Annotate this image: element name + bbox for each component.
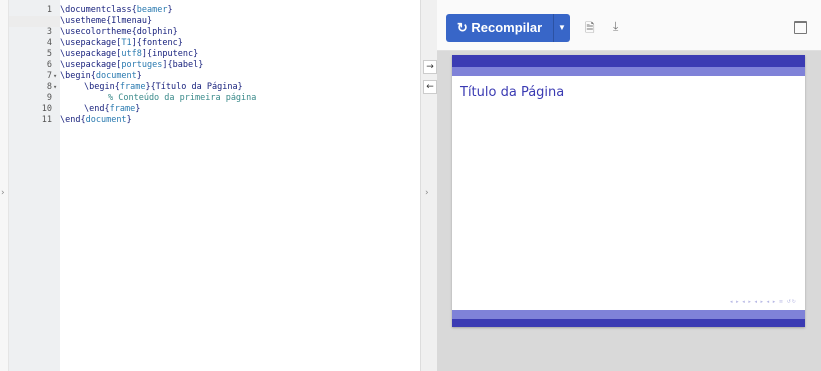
- frame-title-text: {Título da Página}: [150, 82, 243, 92]
- latex-argument: frame: [119, 82, 146, 92]
- latex-command: \usetheme: [60, 16, 107, 26]
- latex-option: utf8: [121, 49, 142, 59]
- latex-argument: frame: [109, 104, 136, 114]
- pdf-preview-pane: ↻ Recompilar ▼ 🗎 ⤓ Título da Página ◂ ▸ …: [437, 0, 821, 371]
- sync-to-code-button[interactable]: ←: [423, 80, 437, 94]
- left-panel-collapse[interactable]: ›: [0, 0, 9, 371]
- fold-toggle-icon[interactable]: ▾: [53, 82, 57, 93]
- latex-command: \begin: [60, 71, 91, 81]
- line-number: 7: [46, 71, 52, 81]
- line-number: 1: [46, 5, 52, 15]
- pane-divider[interactable]: → ← ›: [420, 0, 438, 371]
- line-number-gutter: 1 2 3 4 5 6 7 ▾ 8 ▾ 9 10 11: [9, 0, 60, 371]
- slide-footer-bar-dark: [452, 319, 805, 327]
- code-line[interactable]: \begin{frame}{Título da Página}: [84, 82, 243, 93]
- latex-command: \usepackage: [60, 38, 117, 48]
- line-number: 8: [46, 82, 52, 92]
- slide-subheader-bar: [452, 67, 805, 76]
- recompile-label: Recompilar: [471, 20, 543, 35]
- code-line[interactable]: \begin{document}: [60, 71, 142, 82]
- fold-toggle-icon[interactable]: ▾: [53, 71, 57, 82]
- code-line[interactable]: \end{frame}: [84, 104, 140, 115]
- latex-argument: dolphin: [136, 27, 173, 37]
- collapse-arrow-icon[interactable]: ›: [425, 188, 429, 198]
- latex-argument: babel: [172, 60, 199, 70]
- logs-icon[interactable]: 🗎: [585, 19, 595, 40]
- latex-argument: Ilmenau: [111, 16, 148, 26]
- latex-argument: beamer: [136, 5, 168, 15]
- maximize-icon[interactable]: [794, 21, 807, 34]
- expand-arrow-icon[interactable]: ›: [1, 188, 5, 198]
- code-line[interactable]: \documentclass{beamer}: [60, 5, 173, 16]
- latex-command: \end: [60, 115, 81, 125]
- line-number: 11: [41, 115, 52, 125]
- slide-footer-bar-light: [452, 310, 805, 319]
- code-line[interactable]: \usecolortheme{dolphin}: [60, 27, 178, 38]
- latex-option: T1: [121, 38, 132, 48]
- code-line[interactable]: \usepackage[utf8]{inputenc}: [60, 49, 198, 60]
- line-number: 10: [41, 104, 52, 114]
- latex-command: \usepackage: [60, 49, 117, 59]
- code-line[interactable]: \usepackage[T1]{fontenc}: [60, 38, 183, 49]
- code-line[interactable]: \end{document}: [60, 115, 132, 126]
- line-number: 3: [46, 27, 52, 37]
- refresh-icon: ↻: [456, 20, 468, 35]
- recompile-main[interactable]: ↻ Recompilar: [446, 14, 553, 42]
- pdf-slide-page: Título da Página ◂ ▸ ◂ ▸ ◂ ▸ ◂ ▸ ≡ ↺↻: [452, 55, 805, 327]
- latex-argument: document: [85, 115, 127, 125]
- line-number: 9: [46, 93, 52, 103]
- code-line[interactable]: % Conteúdo da primeira página: [108, 93, 256, 104]
- latex-argument: inputenc: [152, 49, 194, 59]
- latex-command: \documentclass: [60, 5, 132, 15]
- code-editor[interactable]: \documentclass{beamer} \usetheme{Ilmenau…: [60, 0, 420, 371]
- latex-command: \end: [84, 104, 105, 114]
- line-number: 4: [46, 38, 52, 48]
- slide-title: Título da Página: [460, 85, 565, 100]
- download-icon[interactable]: ⤓: [613, 19, 618, 34]
- recompile-button[interactable]: ↻ Recompilar ▼: [446, 14, 570, 42]
- code-line[interactable]: \usepackage[portuges]{babel}: [60, 60, 203, 71]
- line-number: 6: [46, 60, 52, 70]
- latex-command: \usepackage: [60, 60, 117, 70]
- line-number: 5: [46, 49, 52, 59]
- latex-option: portuges: [121, 60, 163, 70]
- pdf-toolbar: ↻ Recompilar ▼ 🗎 ⤓: [437, 0, 821, 51]
- slide-header-bar: [452, 55, 805, 67]
- latex-argument: fontenc: [141, 38, 178, 48]
- slide-navigation-symbols: ◂ ▸ ◂ ▸ ◂ ▸ ◂ ▸ ≡ ↺↻: [730, 299, 797, 305]
- latex-comment: % Conteúdo da primeira página: [108, 93, 257, 103]
- sync-to-pdf-button[interactable]: →: [423, 60, 437, 74]
- latex-argument: document: [95, 71, 137, 81]
- code-line[interactable]: \usetheme{Ilmenau}: [60, 16, 152, 27]
- latex-command: \usecolortheme: [60, 27, 132, 37]
- recompile-dropdown-caret-icon[interactable]: ▼: [554, 14, 570, 42]
- latex-command: \begin: [84, 82, 115, 92]
